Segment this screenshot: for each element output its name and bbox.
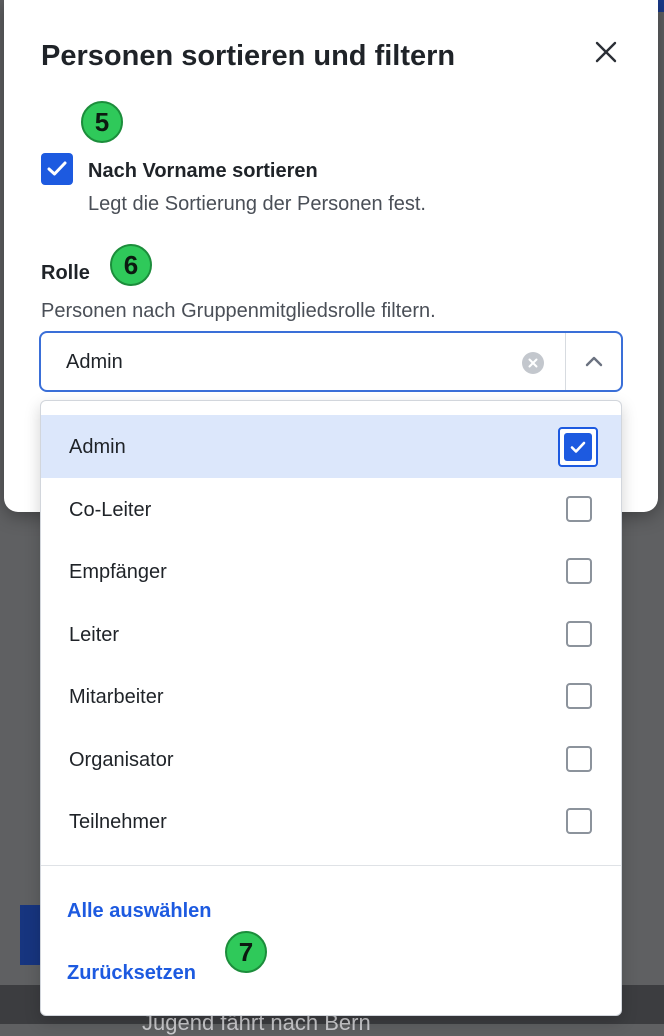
role-heading: Rolle (41, 262, 90, 284)
step-badge-5: 5 (81, 101, 123, 143)
select-all-link[interactable]: Alle auswählen (67, 900, 212, 923)
checkmark-icon (47, 161, 67, 176)
toggle-dropdown-button[interactable] (566, 333, 621, 390)
sort-label: Nach Vorname sortieren (88, 160, 318, 182)
role-select-value: Admin (66, 351, 123, 373)
option-checkbox[interactable] (566, 808, 592, 834)
close-icon (595, 41, 617, 63)
option-label: Mitarbeiter (69, 686, 164, 708)
role-dropdown: Admin Co-Leiter Empfänger Leiter Mitarbe… (40, 400, 622, 1016)
option-checkbox[interactable] (566, 558, 592, 584)
close-button[interactable] (588, 34, 624, 70)
chevron-up-icon (585, 356, 602, 367)
role-select[interactable]: Admin (39, 331, 623, 392)
modal-title: Personen sortieren und filtern (41, 40, 456, 72)
option-label: Empfänger (69, 561, 167, 583)
sort-by-firstname-checkbox[interactable] (41, 153, 73, 185)
option-empfaenger[interactable]: Empfänger (41, 540, 621, 603)
clear-selection-button[interactable] (522, 352, 544, 374)
option-mitarbeiter[interactable]: Mitarbeiter (41, 665, 621, 728)
option-checkbox-checked[interactable] (558, 427, 598, 467)
option-label: Admin (69, 436, 126, 458)
option-label: Teilnehmer (69, 811, 167, 833)
option-checkbox[interactable] (566, 621, 592, 647)
option-checkbox[interactable] (566, 683, 592, 709)
role-description: Personen nach Gruppenmitgliedsrolle filt… (41, 300, 436, 322)
option-checkbox[interactable] (566, 746, 592, 772)
step-badge-7: 7 (225, 931, 267, 973)
reset-link[interactable]: Zurücksetzen (67, 962, 196, 985)
option-admin[interactable]: Admin (41, 415, 621, 478)
option-co-leiter[interactable]: Co-Leiter (41, 478, 621, 541)
checkmark-icon (570, 441, 586, 453)
option-label: Organisator (69, 749, 174, 771)
sort-description: Legt die Sortierung der Personen fest. (88, 193, 426, 215)
clear-icon (528, 358, 538, 368)
step-badge-6: 6 (110, 244, 152, 286)
option-organisator[interactable]: Organisator (41, 728, 621, 791)
option-teilnehmer[interactable]: Teilnehmer (41, 790, 621, 853)
option-checkbox[interactable] (566, 496, 592, 522)
option-leiter[interactable]: Leiter (41, 603, 621, 666)
dropdown-divider (41, 865, 621, 866)
option-label: Leiter (69, 624, 120, 646)
option-label: Co-Leiter (69, 499, 152, 521)
